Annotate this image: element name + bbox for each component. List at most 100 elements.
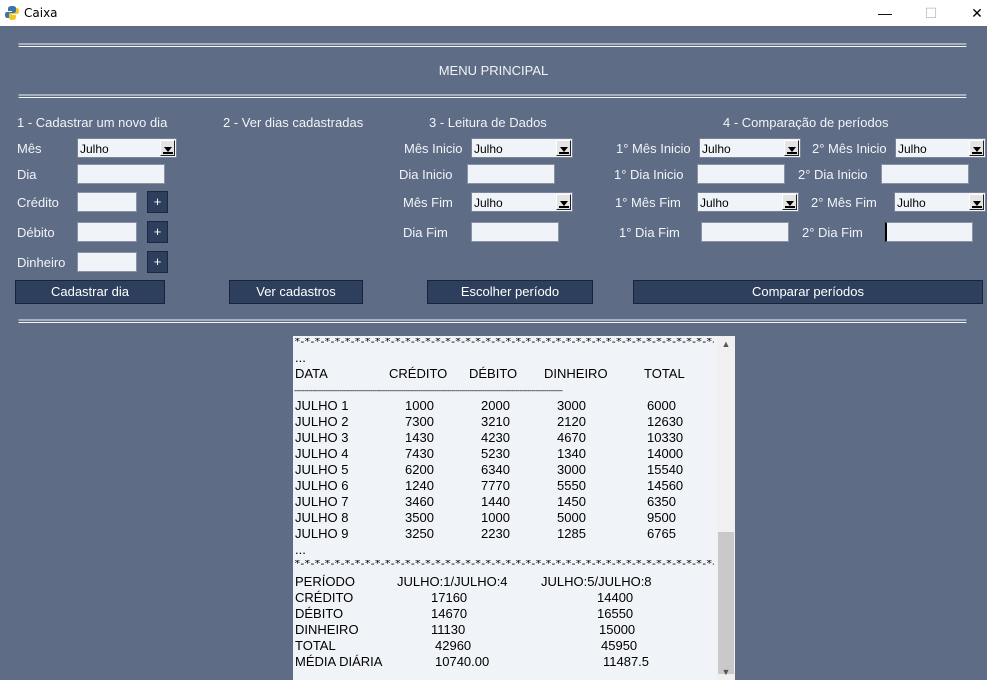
table-cell: 3210: [481, 414, 510, 429]
output-text-area[interactable]: *-*-*-*-*-*-*-*-*-*-*-*-*-*-*-*-*-*-*-*-…: [293, 336, 717, 680]
d1-fim-input[interactable]: [701, 222, 789, 242]
comparison-cell: PERÍODO: [295, 574, 355, 589]
table-cell: 4230: [481, 430, 510, 445]
header-total: TOTAL: [644, 366, 685, 381]
stars-line: *-*-*-*-*-*-*-*-*-*-*-*-*-*-*-*-*-*-*-*-…: [294, 338, 714, 347]
comparison-cell: 16550: [597, 606, 634, 621]
dinheiro-add-button[interactable]: +: [147, 251, 168, 273]
table-row: JULHO 9 3250 2230 1285 6765: [295, 526, 715, 542]
escolher-periodo-button[interactable]: Escolher período: [427, 280, 593, 304]
credito-input[interactable]: [77, 192, 137, 212]
dia-fim-input[interactable]: [471, 222, 559, 242]
table-cell: 7430: [405, 446, 434, 461]
dinheiro-input[interactable]: [77, 252, 137, 272]
scroll-up-icon[interactable]: ▲: [717, 336, 735, 352]
m2-fim-value: Julho: [897, 196, 926, 210]
section-leitura: 3 - Leitura de Dados: [429, 115, 547, 130]
comparison-cell: 11130: [431, 622, 466, 637]
table-cell: 6200: [405, 462, 434, 477]
dropdown-arrow-icon[interactable]: [556, 140, 571, 156]
m2-fim-label: 2° Mês Fim: [811, 195, 877, 210]
table-cell: JULHO 2: [295, 414, 349, 429]
ellipsis-top: ...: [295, 350, 306, 365]
table-cell: 3500: [405, 510, 434, 525]
table-row: JULHO 1 1000 2000 3000 6000: [295, 398, 715, 414]
m2-fim-select[interactable]: Julho: [894, 192, 986, 212]
minimize-button[interactable]: —: [862, 0, 908, 26]
comparison-cell: TOTAL: [295, 638, 336, 653]
header-debito: DÉBITO: [469, 366, 518, 381]
dia-inicio-input[interactable]: [467, 164, 555, 184]
dia-input[interactable]: [77, 164, 165, 184]
mes-inicio-label: Mês Inicio: [404, 141, 463, 156]
maximize-icon: ☐: [924, 4, 938, 21]
dropdown-arrow-icon[interactable]: [556, 194, 571, 210]
close-button[interactable]: ✕: [954, 0, 987, 26]
header-credito: CRÉDITO: [389, 366, 448, 381]
scroll-thumb[interactable]: [718, 532, 734, 674]
mes-inicio-select[interactable]: Julho: [471, 138, 573, 158]
output-scrollbar[interactable]: ▲ ▼: [717, 336, 735, 680]
table-cell: 4670: [557, 430, 586, 445]
dia-inicio-label: Dia Inicio: [399, 167, 453, 182]
debito-add-button[interactable]: +: [147, 221, 168, 243]
scroll-down-icon[interactable]: ▼: [717, 664, 735, 680]
dropdown-arrow-icon[interactable]: [969, 140, 984, 156]
separator-top: ========================================…: [18, 39, 967, 51]
table-cell: 2120: [557, 414, 586, 429]
credito-add-button[interactable]: +: [147, 191, 168, 213]
cadastrar-dia-button[interactable]: Cadastrar dia: [15, 280, 165, 304]
table-cell: 7770: [481, 478, 510, 493]
table-cell: 15540: [647, 462, 684, 477]
ver-cadastros-button[interactable]: Ver cadastros: [229, 280, 363, 304]
comparison-cell: 14670: [431, 606, 468, 621]
table-cell: JULHO 3: [295, 430, 349, 445]
d1-inicio-input[interactable]: [697, 164, 785, 184]
section-ver-dias: 2 - Ver dias cadastradas: [223, 115, 364, 130]
table-row: JULHO 4 7430 5230 1340 14000: [295, 446, 715, 462]
mes-fim-value: Julho: [474, 196, 503, 210]
table-cell: JULHO 8: [295, 510, 349, 525]
table-cell: 1000: [405, 398, 434, 413]
section-comparacao: 4 - Comparação de períodos: [723, 115, 889, 130]
menu-title: MENU PRINCIPAL: [438, 63, 549, 78]
window-title: Caixa: [24, 6, 58, 20]
table-cell: 14000: [647, 446, 684, 461]
table-cell: 6765: [647, 526, 676, 541]
maximize-button[interactable]: ☐: [908, 0, 954, 26]
comparison-cell: 45950: [601, 638, 638, 653]
dropdown-arrow-icon[interactable]: [782, 194, 797, 210]
m2-inicio-select[interactable]: Julho: [895, 138, 986, 158]
table-cell: 3000: [557, 462, 586, 477]
table-cell: JULHO 4: [295, 446, 349, 461]
m2-inicio-label: 2° Mês Inicio: [812, 141, 887, 156]
table-cell: 1340: [557, 446, 586, 461]
dropdown-arrow-icon[interactable]: [784, 140, 799, 156]
debito-input[interactable]: [77, 222, 137, 242]
dropdown-arrow-icon[interactable]: [969, 194, 984, 210]
m1-inicio-select[interactable]: Julho: [699, 138, 801, 158]
comparar-periodos-button[interactable]: Comparar períodos: [633, 280, 983, 304]
mes-select[interactable]: Julho: [77, 138, 177, 158]
table-cell: 5550: [557, 478, 586, 493]
m1-fim-select[interactable]: Julho: [697, 192, 799, 212]
header-dinheiro: DINHEIRO: [544, 366, 608, 381]
dropdown-arrow-icon[interactable]: [160, 140, 175, 156]
table-cell: 9500: [647, 510, 676, 525]
table-cell: JULHO 5: [295, 462, 349, 477]
comparison-cell: 14400: [597, 590, 634, 605]
dia-fim-label: Dia Fim: [403, 225, 448, 240]
comparison-cell: MÉDIA DIÁRIA: [295, 654, 383, 669]
comparison-row: DÉBITO 14670 16550: [295, 606, 715, 622]
table-cell: 10330: [647, 430, 684, 445]
close-icon: ✕: [971, 4, 983, 21]
mes-fim-select[interactable]: Julho: [471, 192, 573, 212]
table-cell: 1240: [405, 478, 434, 493]
m1-fim-label: 1° Mês Fim: [615, 195, 681, 210]
d2-fim-input[interactable]: [885, 222, 973, 242]
d2-inicio-input[interactable]: [881, 164, 969, 184]
comparison-cell: 15000: [599, 622, 636, 637]
title-bar: Caixa — ☐ ✕: [0, 0, 987, 26]
table-cell: 1430: [405, 430, 434, 445]
comparison-cell: CRÉDITO: [295, 590, 354, 605]
